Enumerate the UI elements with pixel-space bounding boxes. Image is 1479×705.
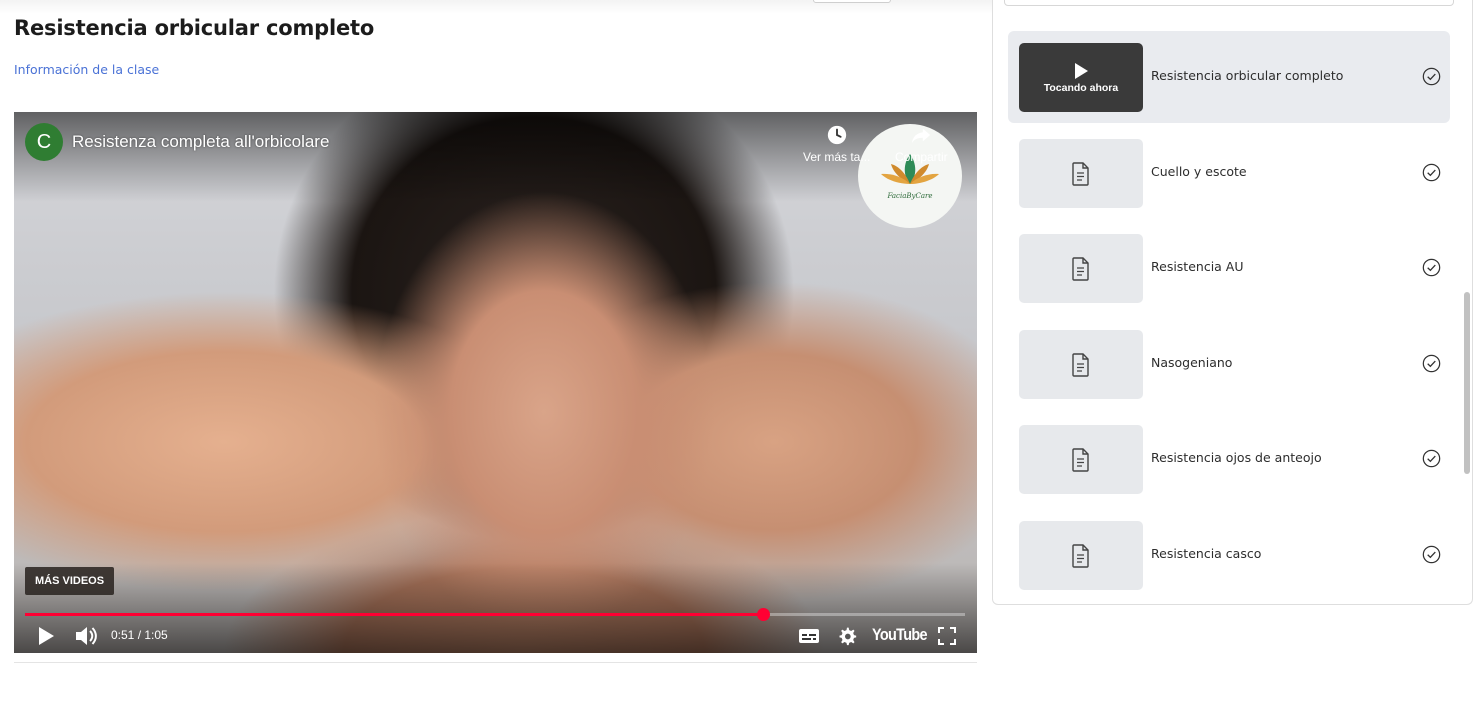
- lesson-thumbnail[interactable]: [1019, 425, 1143, 494]
- page-title: Resistencia orbicular completo: [14, 16, 375, 40]
- header-button-edge[interactable]: [813, 0, 891, 3]
- check-circle-icon: [1422, 545, 1441, 564]
- document-icon: [1072, 161, 1089, 186]
- lesson-item[interactable]: Cuello y escote: [1008, 127, 1450, 219]
- lesson-thumbnail[interactable]: [1019, 521, 1143, 590]
- lesson-title[interactable]: Resistencia casco: [1151, 546, 1261, 561]
- lesson-title[interactable]: Resistencia ojos de anteojo: [1151, 450, 1322, 465]
- lesson-title[interactable]: Resistencia orbicular completo: [1151, 68, 1343, 83]
- lesson-thumbnail[interactable]: [1019, 139, 1143, 208]
- fullscreen-icon: [938, 627, 956, 645]
- play-icon: [39, 627, 54, 645]
- share-label: Compartir: [895, 150, 948, 164]
- lesson-thumbnail[interactable]: [1019, 330, 1143, 399]
- document-icon: [1072, 256, 1089, 281]
- share-arrow-icon: [912, 128, 931, 144]
- video-player[interactable]: C Resistenza completa all'orbicolare Fac…: [14, 112, 977, 653]
- progress-fill: [25, 613, 763, 616]
- progress-scrubber[interactable]: [756, 608, 770, 621]
- document-icon: [1072, 447, 1089, 472]
- youtube-logo[interactable]: YouTube: [872, 625, 928, 645]
- check-circle-icon: [1422, 163, 1441, 182]
- class-info-link[interactable]: Información de la clase: [14, 62, 159, 77]
- subtitles-button[interactable]: [797, 622, 821, 650]
- play-icon: [1075, 62, 1088, 79]
- volume-icon: [76, 627, 97, 645]
- lesson-thumbnail[interactable]: Tocando ahora: [1019, 43, 1143, 112]
- check-circle-icon: [1422, 258, 1441, 277]
- lesson-title[interactable]: Resistencia AU: [1151, 259, 1244, 274]
- video-title[interactable]: Resistenza completa all'orbicolare: [72, 132, 329, 152]
- document-icon: [1072, 543, 1089, 568]
- lesson-title[interactable]: Cuello y escote: [1151, 164, 1247, 179]
- fullscreen-button[interactable]: [936, 622, 958, 650]
- clock-icon: [827, 125, 846, 145]
- now-playing-label: Tocando ahora: [1043, 81, 1119, 94]
- share-button[interactable]: Compartir: [895, 124, 948, 164]
- time-display: 0:51 / 1:05: [111, 628, 168, 642]
- channel-avatar[interactable]: C: [25, 123, 63, 161]
- play-button[interactable]: [34, 622, 58, 650]
- document-icon: [1072, 352, 1089, 377]
- check-circle-icon: [1422, 67, 1441, 86]
- gear-icon: [839, 627, 857, 646]
- lesson-item[interactable]: Resistencia ojos de anteojo: [1008, 413, 1450, 505]
- watch-later-button[interactable]: Ver más ta...: [803, 124, 870, 164]
- lesson-item[interactable]: Tocando ahora Resistencia orbicular compl…: [1008, 31, 1450, 123]
- more-videos-button[interactable]: MÁS VIDEOS: [25, 567, 115, 595]
- check-circle-icon: [1422, 354, 1441, 373]
- lesson-thumbnail[interactable]: [1019, 234, 1143, 303]
- panel-search-input[interactable]: [1004, 0, 1454, 6]
- watch-later-label: Ver más ta...: [803, 150, 871, 164]
- lesson-item[interactable]: Resistencia AU: [1008, 222, 1450, 314]
- brand-logo-text: FaciaByCare: [886, 192, 932, 200]
- settings-button[interactable]: [835, 622, 859, 650]
- content-divider: [14, 662, 977, 663]
- panel-scrollbar[interactable]: [1464, 292, 1470, 474]
- progress-bar[interactable]: [25, 608, 965, 621]
- lesson-item[interactable]: Resistencia casco: [1008, 509, 1450, 601]
- lesson-item[interactable]: Nasogeniano: [1008, 318, 1450, 410]
- check-circle-icon: [1422, 449, 1441, 468]
- lesson-title[interactable]: Nasogeniano: [1151, 355, 1232, 370]
- subtitles-icon: [799, 629, 819, 643]
- volume-button[interactable]: [72, 622, 100, 650]
